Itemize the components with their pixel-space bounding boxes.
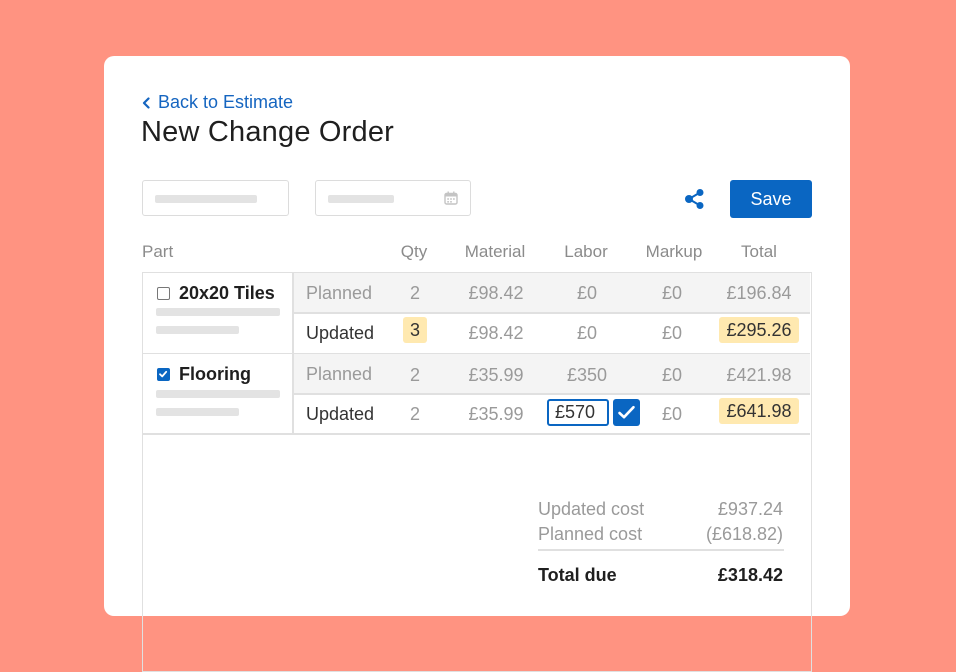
total-due-value: £318.42	[717, 565, 783, 585]
material-cell: £35.99	[468, 365, 524, 385]
input-placeholder-bar	[155, 195, 257, 203]
material-cell: £98.42	[468, 323, 524, 343]
markup-cell: £0	[661, 283, 683, 303]
change-order-card: Back to Estimate New Change Order Save P…	[104, 56, 850, 672]
total-cell-highlighted: £295.26	[719, 317, 799, 343]
part-description-bar	[156, 390, 280, 398]
row-divider	[293, 393, 810, 395]
labor-cell: £0	[576, 323, 598, 343]
back-to-estimate-link[interactable]: Back to Estimate	[142, 92, 293, 113]
total-due-label: Total due	[538, 565, 617, 585]
material-cell: £35.99	[468, 404, 524, 424]
column-header-material: Material	[464, 242, 526, 261]
row-label: Planned	[306, 283, 373, 303]
part-checkbox-flooring[interactable]	[157, 368, 170, 381]
column-header-qty: Qty	[400, 242, 428, 261]
updated-cost-value: £937.24	[717, 499, 783, 519]
labor-cell: £350	[566, 365, 608, 385]
row-divider	[143, 352, 810, 354]
material-cell: £98.42	[468, 283, 524, 303]
markup-cell: £0	[661, 323, 683, 343]
qty-cell: 2	[409, 404, 420, 424]
qty-cell: 2	[409, 365, 420, 385]
column-header-total: Total	[741, 242, 777, 261]
parts-table: 20x20 Tiles Planned 2 £98.42 £0 £0 £196.…	[142, 272, 812, 672]
column-header-labor: Labor	[564, 242, 608, 261]
row-label: Updated	[306, 404, 375, 424]
part-name: Flooring	[179, 364, 251, 384]
updated-cost-label: Updated cost	[538, 499, 645, 519]
qty-cell-highlighted[interactable]: 3	[402, 317, 427, 343]
input-placeholder-bar	[328, 195, 394, 203]
summary-divider	[538, 549, 784, 551]
date-input[interactable]	[315, 180, 471, 216]
total-cell: £196.84	[726, 283, 792, 303]
page-title: New Change Order	[141, 116, 395, 148]
markup-cell: £0	[661, 365, 683, 385]
labor-cell: £0	[576, 283, 598, 303]
column-header-part: Part	[142, 242, 174, 261]
labor-edit-input[interactable]	[547, 399, 609, 426]
part-checkbox-tiles[interactable]	[157, 287, 170, 300]
part-description-bar	[156, 408, 239, 416]
row-divider	[293, 312, 810, 314]
part-description-bar	[156, 326, 239, 334]
checkmark-icon	[159, 370, 168, 378]
share-icon[interactable]	[684, 188, 706, 210]
total-cell-highlighted: £641.98	[719, 398, 799, 424]
planned-cost-value: (£618.82)	[705, 524, 783, 544]
chevron-left-icon	[142, 96, 150, 109]
row-divider	[143, 433, 810, 435]
part-name: 20x20 Tiles	[179, 283, 275, 303]
back-link-label: Back to Estimate	[158, 92, 294, 112]
row-label: Updated	[306, 323, 375, 343]
calendar-icon[interactable]	[444, 191, 458, 205]
planned-cost-label: Planned cost	[538, 524, 643, 544]
total-cell: £421.98	[726, 365, 792, 385]
save-button[interactable]: Save	[730, 180, 812, 218]
markup-cell: £0	[661, 404, 683, 424]
row-label: Planned	[306, 364, 373, 384]
part-description-bar	[156, 308, 280, 316]
column-header-markup: Markup	[645, 242, 703, 261]
name-input[interactable]	[142, 180, 289, 216]
qty-cell: 2	[409, 283, 420, 303]
